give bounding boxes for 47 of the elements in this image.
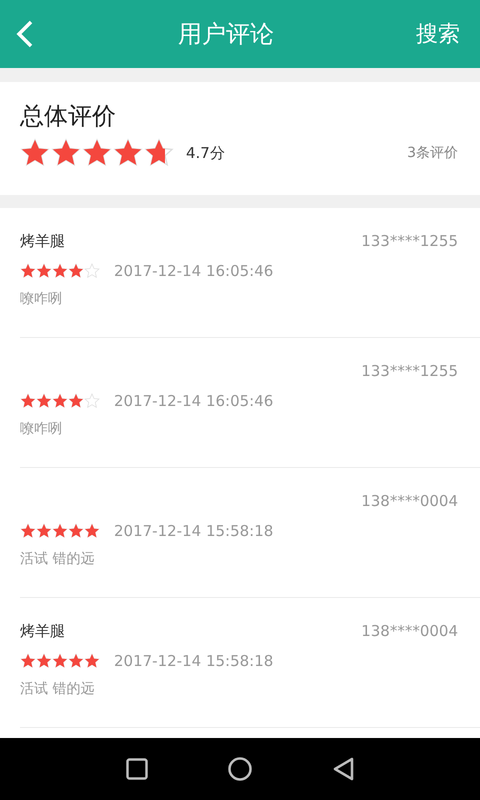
star-icon (52, 263, 68, 279)
star-icon (82, 138, 112, 168)
star-icon (52, 393, 68, 409)
phone-number: 133****1255 (361, 232, 458, 250)
star-icon (20, 523, 36, 539)
star-icon (84, 393, 100, 409)
review-time: 2017-12-14 15:58:18 (114, 652, 274, 670)
star-icon (113, 138, 143, 168)
phone-number: 138****0004 (361, 622, 458, 640)
review-comment: 活试 错的远 (20, 550, 96, 568)
star-icon (20, 653, 36, 669)
star-icon (20, 393, 36, 409)
star-icon (84, 263, 100, 279)
review-time: 2017-12-14 16:05:46 (114, 262, 274, 280)
star-icon (36, 653, 52, 669)
reviewer-name: 烤羊腿 (20, 622, 65, 640)
star-icon (52, 523, 68, 539)
home-icon[interactable] (228, 757, 252, 781)
page-title: 用户评论 (177, 19, 275, 50)
star-icon (51, 138, 81, 168)
review-comment: 嘹咋咧 (20, 420, 63, 438)
star-icon (20, 263, 36, 279)
review-comment: 活试 错的远 (20, 680, 96, 698)
review-comment: 嘹咋咧 (20, 290, 63, 308)
star-icon (36, 523, 52, 539)
review-time: 2017-12-14 15:58:18 (114, 522, 274, 540)
star-icon (52, 653, 68, 669)
section-title: 总体评价 (20, 101, 117, 132)
star-icon (20, 138, 50, 168)
phone-number: 133****1255 (361, 362, 458, 380)
recent-apps-icon[interactable] (126, 758, 148, 780)
star-icon (84, 523, 100, 539)
reviewer-name: 烤羊腿 (20, 232, 65, 250)
star-icon (68, 523, 84, 539)
back-icon[interactable] (332, 757, 354, 781)
phone-number: 138****0004 (361, 492, 458, 510)
review-count: 3条评价 (407, 144, 458, 162)
star-icon (144, 138, 174, 168)
average-score: 4.7分 (186, 144, 225, 162)
star-icon (68, 393, 84, 409)
search-button[interactable]: 搜索 (416, 19, 460, 49)
star-icon (68, 653, 84, 669)
star-icon (68, 263, 84, 279)
star-icon (36, 393, 52, 409)
star-icon (36, 263, 52, 279)
star-icon (84, 653, 100, 669)
review-time: 2017-12-14 16:05:46 (114, 392, 274, 410)
